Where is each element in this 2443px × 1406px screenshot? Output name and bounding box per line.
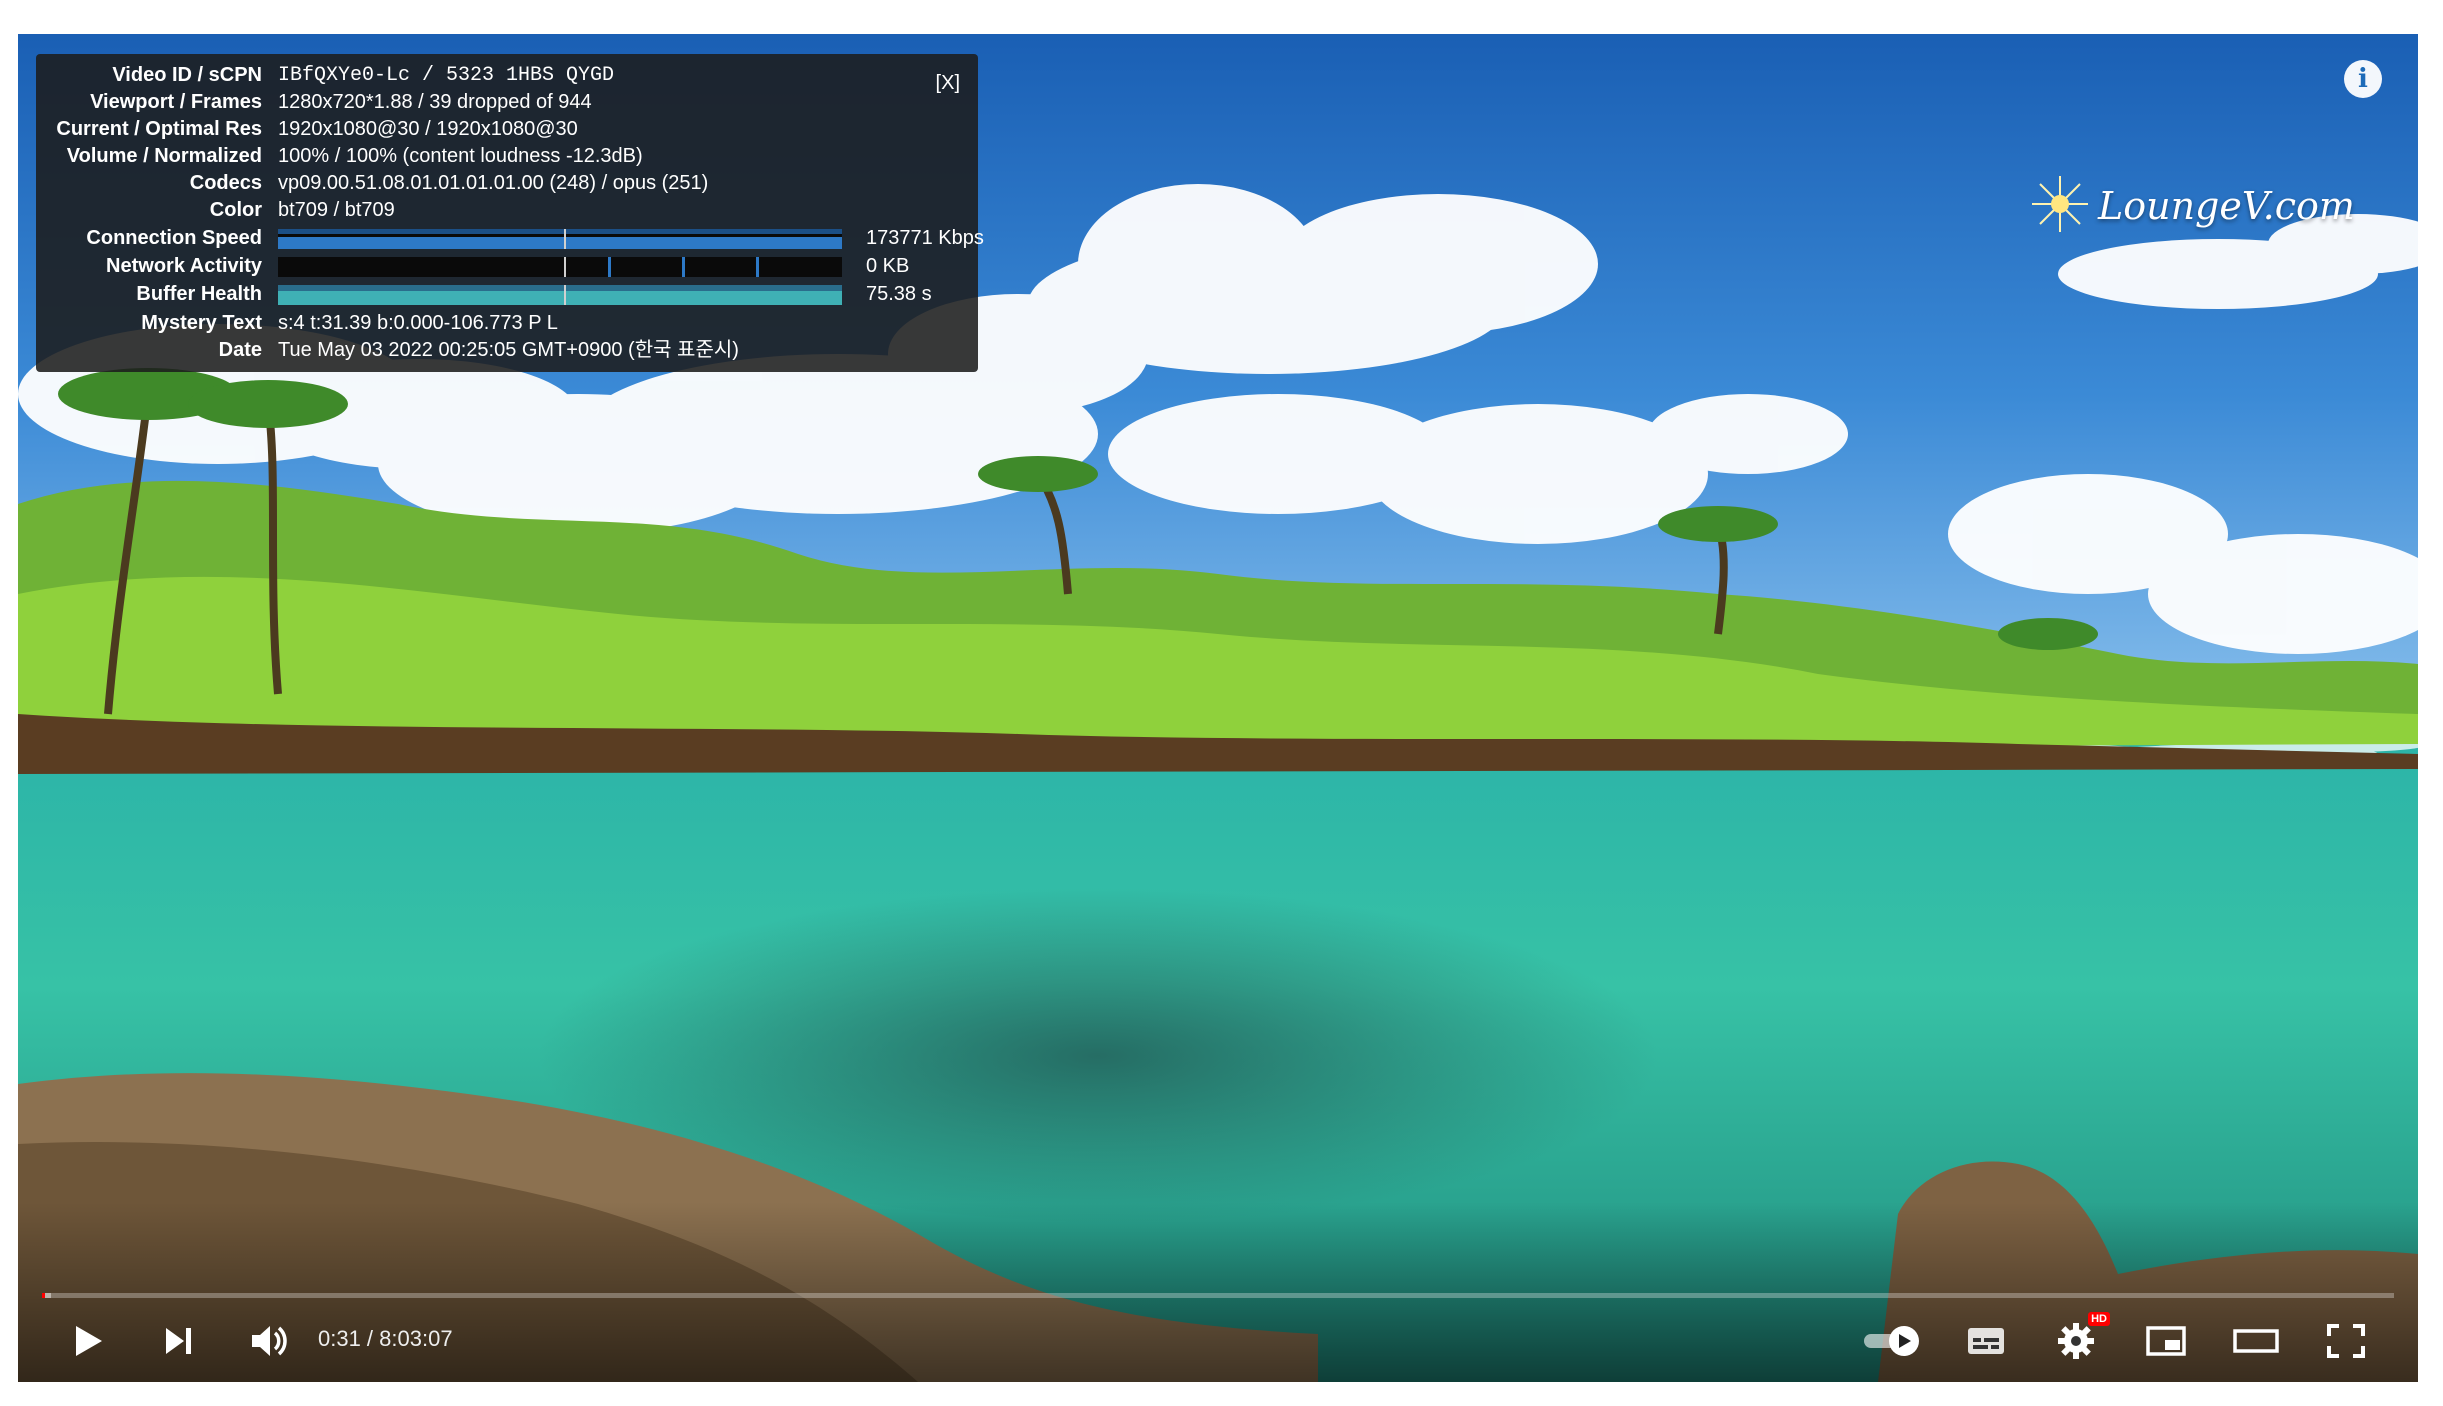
stats-label: Volume / Normalized bbox=[66, 145, 262, 167]
stats-label: Viewport / Frames bbox=[90, 91, 262, 113]
miniplayer-button[interactable] bbox=[2138, 1314, 2194, 1368]
stats-label: Color bbox=[209, 199, 262, 221]
buffer-health-graph bbox=[278, 285, 842, 305]
buffer-health-value: 75.38 s bbox=[866, 283, 932, 305]
stats-row: Volume / Normalized 100% / 100% (content… bbox=[36, 143, 978, 170]
info-button[interactable]: i bbox=[2344, 60, 2382, 98]
connection-speed-graph bbox=[278, 229, 842, 249]
stats-value: vp09.00.51.08.01.01.01.01.00 (248) / opu… bbox=[278, 172, 709, 194]
stats-row: Date Tue May 03 2022 00:25:05 GMT+0900 (… bbox=[36, 337, 978, 364]
stats-row-buffer-health: Buffer Health 75.38 s bbox=[36, 281, 978, 308]
stats-value: 1920x1080@30 / 1920x1080@30 bbox=[278, 118, 578, 140]
stats-row: Current / Optimal Res 1920x1080@30 / 192… bbox=[36, 116, 978, 143]
fullscreen-icon bbox=[2327, 1324, 2365, 1358]
star-icon bbox=[2032, 176, 2088, 232]
stats-value: Tue May 03 2022 00:25:05 GMT+0900 (한국 표준… bbox=[278, 339, 739, 361]
hd-badge: HD bbox=[2088, 1312, 2110, 1326]
stats-value: IBfQXYe0-Lc / 5323 1HBS QYGD bbox=[278, 64, 615, 87]
autoplay-toggle[interactable] bbox=[1858, 1314, 1928, 1368]
player-controls: 0:31 / 8:03:07 HD bbox=[18, 1302, 2418, 1382]
progress-played bbox=[42, 1293, 45, 1298]
network-activity-graph bbox=[278, 257, 842, 277]
stats-label: Network Activity bbox=[106, 255, 262, 277]
theater-mode-icon bbox=[2233, 1329, 2279, 1353]
stats-label: Video ID / sCPN bbox=[112, 64, 262, 86]
connection-speed-value: 173771 Kbps bbox=[866, 227, 984, 249]
stats-label: Mystery Text bbox=[141, 312, 262, 334]
video-player[interactable]: LoungeV.com i [X] Video ID / sCPN IBfQXY… bbox=[18, 34, 2418, 1382]
stats-value: 100% / 100% (content loudness -12.3dB) bbox=[278, 145, 643, 167]
stats-label: Connection Speed bbox=[86, 227, 262, 249]
stats-row: Mystery Text s:4 t:31.39 b:0.000-106.773… bbox=[36, 310, 978, 337]
watermark-text: LoungeV.com bbox=[2098, 184, 2355, 228]
stats-value: bt709 / bt709 bbox=[278, 199, 395, 221]
volume-button[interactable] bbox=[240, 1314, 296, 1368]
fullscreen-button[interactable] bbox=[2318, 1314, 2374, 1368]
stats-for-nerds-panel: [X] Video ID / sCPN IBfQXYe0-Lc / 5323 1… bbox=[36, 54, 984, 372]
stats-label: Codecs bbox=[189, 172, 262, 194]
next-icon bbox=[166, 1328, 191, 1354]
subtitles-button[interactable] bbox=[1958, 1314, 2014, 1368]
stats-label: Buffer Health bbox=[136, 283, 262, 305]
stats-row: Viewport / Frames 1280x720*1.88 / 39 dro… bbox=[36, 89, 978, 116]
stats-label: Current / Optimal Res bbox=[56, 118, 262, 140]
play-icon bbox=[76, 1326, 102, 1356]
autoplay-toggle-icon bbox=[1864, 1326, 1919, 1356]
time-display: 0:31 / 8:03:07 bbox=[318, 1326, 453, 1351]
next-button[interactable] bbox=[150, 1314, 206, 1368]
settings-button[interactable]: HD bbox=[2048, 1312, 2110, 1368]
stats-value: s:4 t:31.39 b:0.000-106.773 P L bbox=[278, 312, 558, 334]
stats-row: Codecs vp09.00.51.08.01.01.01.01.00 (248… bbox=[36, 170, 978, 197]
theater-mode-button[interactable] bbox=[2228, 1314, 2284, 1368]
progress-bar[interactable] bbox=[42, 1293, 2394, 1298]
network-activity-value: 0 KB bbox=[866, 255, 910, 277]
stats-value: 1280x720*1.88 / 39 dropped of 944 bbox=[278, 91, 592, 113]
stats-row-connection-speed: Connection Speed 173771 Kbps bbox=[36, 225, 984, 252]
miniplayer-icon bbox=[2146, 1326, 2186, 1356]
subtitles-icon bbox=[1968, 1328, 2004, 1354]
volume-icon bbox=[252, 1326, 287, 1356]
stats-label: Date bbox=[218, 339, 262, 361]
stats-row: Color bt709 / bt709 bbox=[36, 197, 978, 224]
stats-row-network-activity: Network Activity 0 KB bbox=[36, 253, 978, 280]
play-button[interactable] bbox=[60, 1314, 116, 1368]
stats-row: Video ID / sCPN IBfQXYe0-Lc / 5323 1HBS … bbox=[36, 62, 978, 89]
